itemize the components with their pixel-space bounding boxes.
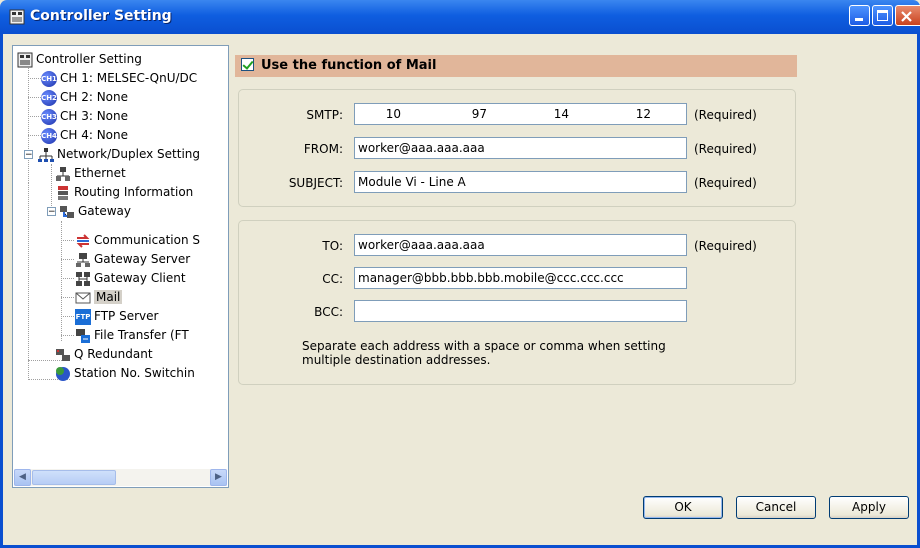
redundant-icon <box>56 348 70 361</box>
bcc-label: BCC: <box>314 305 343 319</box>
smtp-required: (Required) <box>694 108 757 122</box>
tree-item-file-transfer[interactable]: File Transfer (FT <box>75 326 189 345</box>
apply-button[interactable]: Apply <box>829 496 909 519</box>
collapse-gateway-toggle[interactable]: − <box>47 207 56 217</box>
tree-item-ftp-server[interactable]: FTP FTP Server <box>75 307 158 326</box>
tree-horizontal-scrollbar[interactable]: ◀ ▶ <box>14 469 227 486</box>
mail-icon <box>75 292 91 303</box>
mail-settings-panel: Use the function of Mail SMTP: 10 97 14 … <box>231 45 913 488</box>
smtp-label: SMTP: <box>306 108 343 122</box>
controller-icon <box>9 9 25 25</box>
settings-tree[interactable]: Controller Setting CH1 CH 1: MELSEC-QnU/D… <box>12 45 229 488</box>
ch2-icon: CH2 <box>41 89 57 106</box>
ok-button[interactable]: OK <box>643 496 723 519</box>
tree-item-q-redundant[interactable]: Q Redundant <box>55 345 153 364</box>
recipients-group: TO: worker@aaa.aaa.aaa (Required) CC: ma… <box>238 220 796 385</box>
from-label: FROM: <box>303 142 343 156</box>
tree-item-gateway-server[interactable]: Gateway Server <box>75 250 190 269</box>
gateway-icon <box>60 205 74 218</box>
use-mail-label[interactable]: Use the function of Mail <box>261 58 436 73</box>
mail-function-header: Use the function of Mail <box>235 55 797 77</box>
gateway-server-icon <box>76 252 90 267</box>
cancel-button[interactable]: Cancel <box>736 496 816 519</box>
from-field[interactable]: worker@aaa.aaa.aaa <box>354 137 687 159</box>
scroll-left-icon[interactable]: ◀ <box>14 469 31 486</box>
tree-item-communication[interactable]: Communication S <box>75 231 200 250</box>
cc-field[interactable]: manager@bbb.bbb.bbb.mobile@ccc.ccc.ccc <box>354 267 687 289</box>
to-label: TO: <box>322 239 343 253</box>
bcc-field[interactable] <box>354 300 687 322</box>
tree-item-controller-setting[interactable]: Controller Setting <box>17 50 142 69</box>
station-icon <box>56 366 70 381</box>
controller-icon <box>17 52 33 67</box>
maximize-button[interactable] <box>872 5 893 26</box>
tree-item-station-no[interactable]: Station No. Switchin <box>55 364 195 383</box>
tree-item-ch1[interactable]: CH1 CH 1: MELSEC-QnU/DC <box>41 69 197 88</box>
tree-item-ch2[interactable]: CH2 CH 2: None <box>41 88 128 107</box>
tree-item-network[interactable]: Network/Duplex Setting <box>38 145 200 164</box>
smtp-ip-field[interactable]: 10 97 14 12 <box>354 103 687 125</box>
tree-item-ethernet[interactable]: Ethernet <box>55 164 126 183</box>
scroll-right-icon[interactable]: ▶ <box>210 469 227 486</box>
tree-item-routing[interactable]: Routing Information <box>55 183 193 202</box>
to-field[interactable]: worker@aaa.aaa.aaa <box>354 234 687 256</box>
minimize-button[interactable] <box>849 5 870 26</box>
server-settings-group: SMTP: 10 97 14 12 (Required) FROM: worke… <box>238 89 796 207</box>
communication-icon <box>76 233 90 248</box>
ftp-icon: FTP <box>75 308 91 325</box>
use-mail-checkbox[interactable] <box>241 58 254 71</box>
collapse-network-toggle[interactable]: − <box>24 150 33 160</box>
routing-icon <box>58 185 68 200</box>
ch4-icon: CH4 <box>41 127 57 144</box>
tree-item-gateway[interactable]: Gateway <box>59 202 131 221</box>
ethernet-icon <box>56 166 70 181</box>
cc-label: CC: <box>322 272 343 286</box>
tree-item-gateway-client[interactable]: Gateway Client <box>75 269 186 288</box>
tree-item-ch3[interactable]: CH3 CH 3: None <box>41 107 128 126</box>
window-title: Controller Setting <box>30 8 172 24</box>
scroll-thumb[interactable] <box>32 470 116 485</box>
network-icon <box>38 147 54 162</box>
tree-item-ch4[interactable]: CH4 CH 4: None <box>41 126 128 145</box>
subject-label: SUBJECT: <box>288 176 343 190</box>
gateway-client-icon <box>76 271 90 286</box>
close-button[interactable] <box>895 5 920 26</box>
ch3-icon: CH3 <box>41 108 57 125</box>
subject-required: (Required) <box>694 176 757 190</box>
subject-field[interactable]: Module Vi - Line A <box>354 171 687 193</box>
file-transfer-icon <box>76 328 90 343</box>
title-bar: Controller Setting <box>0 0 920 34</box>
from-required: (Required) <box>694 142 757 156</box>
address-note: Separate each address with a space or co… <box>302 339 666 367</box>
tree-item-mail[interactable]: Mail <box>75 288 123 307</box>
ch1-icon: CH1 <box>41 70 57 87</box>
to-required: (Required) <box>694 239 757 253</box>
